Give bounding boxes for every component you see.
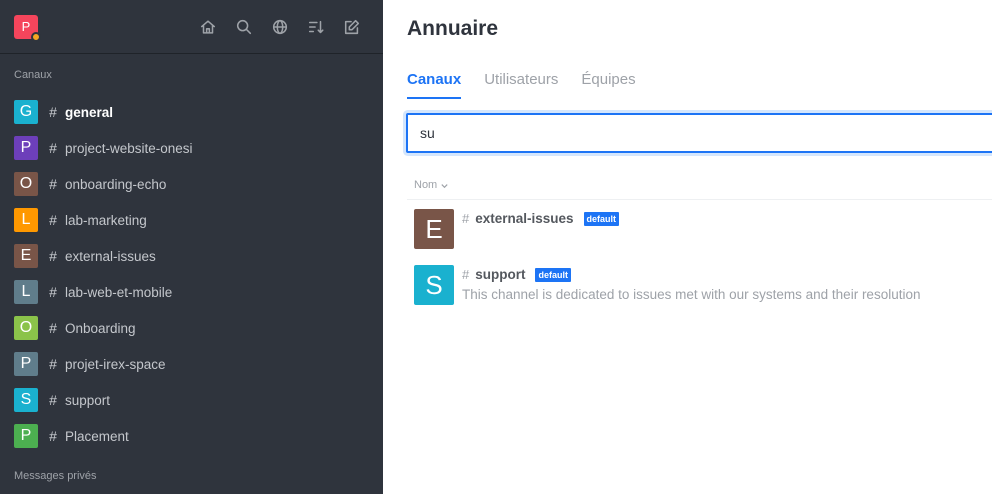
room-name: lab-marketing (65, 212, 147, 228)
app: P Canaux G # general P # project-website… (0, 0, 992, 494)
hash-icon: # (462, 211, 470, 226)
hash-icon: # (49, 356, 57, 372)
room-avatar: E (14, 244, 38, 268)
room-name: general (65, 104, 114, 120)
hash-icon: # (49, 104, 57, 120)
room-name: lab-web-et-mobile (65, 284, 173, 300)
divider (407, 199, 992, 200)
room-avatar: G (14, 100, 38, 124)
room-avatar: L (14, 280, 38, 304)
result-info: # external-issues default (462, 209, 620, 249)
hash-icon: # (49, 176, 57, 192)
result-row-external-issues[interactable]: E # external-issues default (414, 209, 620, 249)
sort-chevron-icon (441, 183, 448, 188)
sidebar-item-external-issues[interactable]: E # external-issues (0, 238, 383, 274)
room-avatar: L (14, 208, 38, 232)
hash-icon: # (49, 392, 57, 408)
room-name: onboarding-echo (65, 176, 167, 192)
channel-list: G # general P # project-website-onesi O … (0, 94, 383, 454)
default-badge: default (535, 267, 571, 282)
hash-icon: # (49, 140, 57, 156)
channel-avatar: S (414, 265, 454, 305)
channels-section-title: Canaux (14, 69, 52, 81)
channel-description: This channel is dedicated to issues met … (462, 287, 921, 302)
sidebar-item-general[interactable]: G # general (0, 94, 383, 130)
result-row-support[interactable]: S # support default This channel is dedi… (414, 265, 920, 305)
private-messages-section-title: Messages privés (14, 470, 97, 482)
room-avatar: S (14, 388, 38, 412)
tab-teams[interactable]: Équipes (581, 71, 635, 99)
directory-panel: Annuaire Canaux Utilisateurs Équipes Nom… (383, 0, 992, 494)
channel-name: support (475, 267, 526, 282)
room-name: Onboarding (65, 320, 136, 336)
result-info: # support default This channel is dedica… (462, 265, 920, 305)
directory-tabs: Canaux Utilisateurs Équipes (407, 71, 636, 99)
sidebar-item-lab-marketing[interactable]: L # lab-marketing (0, 202, 383, 238)
sidebar: P Canaux G # general P # project-website… (0, 0, 383, 494)
search-icon[interactable] (234, 17, 253, 36)
sidebar-item-project-website-onesi[interactable]: P # project-website-onesi (0, 130, 383, 166)
result-title-line: # external-issues default (462, 211, 620, 226)
page-title: Annuaire (407, 17, 499, 40)
room-name: external-issues (65, 248, 156, 264)
hash-icon: # (49, 428, 57, 444)
sidebar-toolbar (198, 17, 361, 36)
room-avatar: P (14, 424, 38, 448)
room-avatar: P (14, 136, 38, 160)
sidebar-header: P (0, 0, 383, 54)
hash-icon: # (49, 212, 57, 228)
tab-users[interactable]: Utilisateurs (484, 71, 558, 99)
directory-globe-icon[interactable] (270, 17, 289, 36)
tab-channels[interactable]: Canaux (407, 71, 462, 99)
sidebar-item-onboarding[interactable]: O # Onboarding (0, 310, 383, 346)
user-avatar[interactable]: P (14, 14, 41, 42)
room-avatar: O (14, 172, 38, 196)
column-header-label: Nom (414, 179, 438, 191)
search-box (406, 113, 992, 153)
hash-icon: # (49, 284, 57, 300)
sidebar-item-projet-irex-space[interactable]: P # projet-irex-space (0, 346, 383, 382)
home-icon[interactable] (198, 17, 217, 36)
room-name: projet-irex-space (65, 356, 166, 372)
hash-icon: # (49, 320, 57, 336)
default-badge: default (583, 211, 620, 226)
sidebar-item-placement[interactable]: P # Placement (0, 418, 383, 454)
user-avatar-initial: P (21, 19, 31, 34)
sidebar-item-lab-web-et-mobile[interactable]: L # lab-web-et-mobile (0, 274, 383, 310)
room-avatar: O (14, 316, 38, 340)
status-indicator (31, 31, 41, 42)
hash-icon: # (462, 267, 470, 282)
sidebar-item-onboarding-echo[interactable]: O # onboarding-echo (0, 166, 383, 202)
sort-icon[interactable] (306, 17, 325, 36)
room-name: support (65, 392, 111, 408)
result-title-line: # support default (462, 267, 920, 282)
sidebar-item-support[interactable]: S # support (0, 382, 383, 418)
channel-avatar: E (414, 209, 454, 249)
create-new-icon[interactable] (342, 17, 361, 36)
room-name: Placement (65, 428, 129, 444)
channel-name: external-issues (475, 211, 574, 226)
room-avatar: P (14, 352, 38, 376)
search-input[interactable] (408, 115, 992, 151)
room-name: project-website-onesi (65, 140, 193, 156)
column-header-name[interactable]: Nom (414, 179, 449, 191)
hash-icon: # (49, 248, 57, 264)
